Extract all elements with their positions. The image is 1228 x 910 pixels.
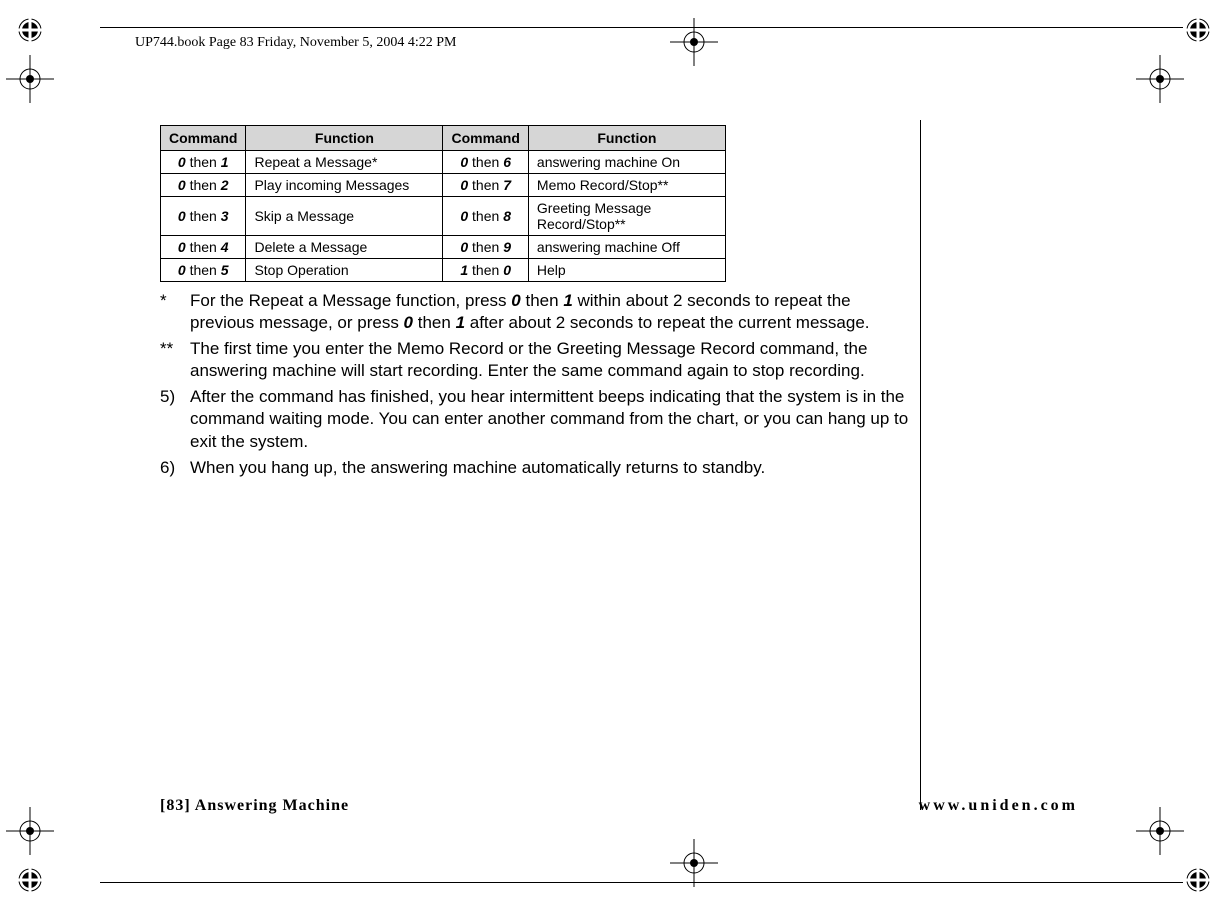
page-header: UP744.book Page 83 Friday, November 5, 2… bbox=[135, 35, 456, 51]
function-cell: Greeting Message Record/Stop** bbox=[528, 197, 725, 236]
function-cell: Stop Operation bbox=[246, 259, 443, 282]
command-cell: 0 then 5 bbox=[161, 259, 246, 282]
footnote-2: ** The first time you enter the Memo Rec… bbox=[160, 338, 910, 382]
bottom-rule bbox=[100, 882, 1183, 883]
command-cell: 0 then 9 bbox=[443, 236, 528, 259]
footnote-2-marker: ** bbox=[160, 338, 190, 382]
footer-left: [83] Answering Machine bbox=[160, 797, 349, 815]
command-cell: 0 then 4 bbox=[161, 236, 246, 259]
top-rule bbox=[100, 27, 1183, 28]
table-row: 0 then 3Skip a Message0 then 8Greeting M… bbox=[161, 197, 726, 236]
th-function-1: Function bbox=[246, 126, 443, 151]
command-cell: 0 then 3 bbox=[161, 197, 246, 236]
footnote-1-marker: * bbox=[160, 290, 190, 334]
footnote-2-text: The first time you enter the Memo Record… bbox=[190, 338, 910, 382]
body-text: * For the Repeat a Message function, pre… bbox=[160, 290, 910, 479]
command-cell: 1 then 0 bbox=[443, 259, 528, 282]
page-footer: [83] Answering Machine www.uniden.com bbox=[160, 797, 1078, 815]
footer-right: www.uniden.com bbox=[919, 797, 1078, 815]
step-6-text: When you hang up, the answering machine … bbox=[190, 457, 910, 479]
table-row: 0 then 5Stop Operation1 then 0Help bbox=[161, 259, 726, 282]
step-5-text: After the command has finished, you hear… bbox=[190, 386, 910, 452]
footnote-1: * For the Repeat a Message function, pre… bbox=[160, 290, 910, 334]
crosshair-right-bottom bbox=[1130, 807, 1178, 855]
command-cell: 0 then 2 bbox=[161, 174, 246, 197]
step-5-marker: 5) bbox=[160, 386, 190, 452]
crosshair-left-bottom bbox=[0, 807, 48, 855]
reg-mark-bottom-right bbox=[1186, 868, 1210, 892]
function-cell: Help bbox=[528, 259, 725, 282]
vertical-rule bbox=[920, 120, 921, 810]
crosshair-left-top bbox=[0, 55, 48, 103]
command-cell: 0 then 7 bbox=[443, 174, 528, 197]
reg-mark-bottom-left bbox=[18, 868, 42, 892]
step-5: 5) After the command has finished, you h… bbox=[160, 386, 910, 452]
table-header-row: Command Function Command Function bbox=[161, 126, 726, 151]
step-6-marker: 6) bbox=[160, 457, 190, 479]
reg-mark-top-right bbox=[1186, 18, 1210, 42]
function-cell: answering machine Off bbox=[528, 236, 725, 259]
function-cell: Memo Record/Stop** bbox=[528, 174, 725, 197]
table-row: 0 then 2Play incoming Messages0 then 7Me… bbox=[161, 174, 726, 197]
table-row: 0 then 1Repeat a Message*0 then 6answeri… bbox=[161, 151, 726, 174]
command-cell: 0 then 1 bbox=[161, 151, 246, 174]
crosshair-top-mid bbox=[670, 18, 718, 71]
function-cell: Skip a Message bbox=[246, 197, 443, 236]
function-cell: Repeat a Message* bbox=[246, 151, 443, 174]
reg-mark-top-left bbox=[18, 18, 42, 42]
command-cell: 0 then 6 bbox=[443, 151, 528, 174]
function-cell: Delete a Message bbox=[246, 236, 443, 259]
footnote-1-text: For the Repeat a Message function, press… bbox=[190, 290, 910, 334]
function-cell: Play incoming Messages bbox=[246, 174, 443, 197]
content: Command Function Command Function 0 then… bbox=[160, 125, 910, 483]
th-command-1: Command bbox=[161, 126, 246, 151]
th-function-2: Function bbox=[528, 126, 725, 151]
command-table: Command Function Command Function 0 then… bbox=[160, 125, 726, 282]
function-cell: answering machine On bbox=[528, 151, 725, 174]
table-row: 0 then 4Delete a Message0 then 9answerin… bbox=[161, 236, 726, 259]
th-command-2: Command bbox=[443, 126, 528, 151]
command-cell: 0 then 8 bbox=[443, 197, 528, 236]
crosshair-right-top bbox=[1130, 55, 1178, 103]
crosshair-bottom-mid bbox=[670, 839, 718, 892]
step-6: 6) When you hang up, the answering machi… bbox=[160, 457, 910, 479]
